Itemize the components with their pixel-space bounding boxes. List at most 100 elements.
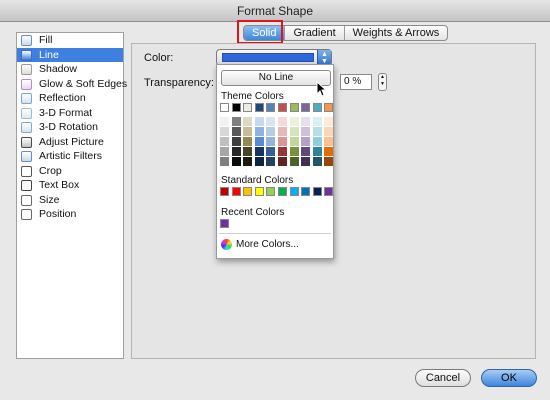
transparency-stepper[interactable]: ▲ ▼ [378, 73, 387, 91]
theme-shade-swatch[interactable] [254, 157, 264, 166]
theme-shade-swatch[interactable] [243, 117, 253, 126]
dropdown-arrow-icon[interactable]: ▲ ▼ [317, 50, 331, 65]
standard-color-swatch[interactable] [266, 187, 276, 196]
sidebar-item-3-d-rotation[interactable]: 3-D Rotation [17, 120, 123, 135]
sidebar-item-artistic-filters[interactable]: Artistic Filters [17, 149, 123, 164]
theme-shade-swatch[interactable] [266, 137, 276, 146]
theme-color-swatch[interactable] [220, 103, 229, 112]
theme-shade-swatch[interactable] [289, 147, 299, 156]
theme-shade-swatch[interactable] [266, 157, 276, 166]
divider [219, 233, 331, 234]
theme-shade-swatch[interactable] [289, 157, 299, 166]
sidebar-item-crop[interactable]: Crop [17, 164, 123, 179]
sidebar-item-line[interactable]: Line [17, 47, 123, 62]
sidebar-item-3-d-format[interactable]: 3-D Format [17, 106, 123, 121]
theme-shade-swatch[interactable] [220, 157, 229, 166]
theme-color-swatch[interactable] [312, 103, 322, 112]
recent-color-swatch[interactable] [220, 219, 229, 228]
theme-shade-swatch[interactable] [324, 147, 334, 156]
theme-shade-swatch[interactable] [324, 127, 334, 136]
theme-shade-swatch[interactable] [231, 147, 241, 156]
no-line-button[interactable]: No Line [221, 70, 331, 86]
theme-shade-swatch[interactable] [220, 117, 229, 126]
sidebar-item-size[interactable]: Size [17, 193, 123, 208]
standard-color-swatch[interactable] [324, 187, 334, 196]
theme-shade-swatch[interactable] [243, 137, 253, 146]
theme-color-swatch[interactable] [301, 103, 311, 112]
theme-shades-grid [220, 117, 334, 166]
theme-shade-swatch[interactable] [220, 127, 229, 136]
theme-shade-swatch[interactable] [301, 157, 311, 166]
theme-shade-swatch[interactable] [254, 147, 264, 156]
sidebar-item-reflection[interactable]: Reflection [17, 91, 123, 106]
theme-shade-swatch[interactable] [277, 117, 287, 126]
standard-color-swatch[interactable] [301, 187, 311, 196]
theme-shade-swatch[interactable] [301, 127, 311, 136]
sidebar-item-shadow[interactable]: Shadow [17, 62, 123, 77]
theme-color-swatch[interactable] [277, 103, 287, 112]
ok-button[interactable]: OK [481, 369, 537, 387]
theme-shade-swatch[interactable] [289, 127, 299, 136]
sidebar-item-position[interactable]: Position [17, 207, 123, 222]
standard-color-swatch[interactable] [243, 187, 253, 196]
theme-shade-swatch[interactable] [277, 147, 287, 156]
theme-shade-swatch[interactable] [312, 157, 322, 166]
theme-shade-swatch[interactable] [301, 117, 311, 126]
theme-shade-swatch[interactable] [220, 147, 229, 156]
theme-shade-swatch[interactable] [289, 117, 299, 126]
theme-shade-swatch[interactable] [254, 127, 264, 136]
theme-shade-swatch[interactable] [312, 117, 322, 126]
sidebar-item-fill[interactable]: Fill [17, 33, 123, 48]
theme-shade-swatch[interactable] [243, 147, 253, 156]
cancel-button[interactable]: Cancel [415, 369, 471, 387]
theme-shade-swatch[interactable] [289, 137, 299, 146]
theme-shade-swatch[interactable] [301, 137, 311, 146]
theme-color-swatch[interactable] [289, 103, 299, 112]
sidebar-item-glow-soft-edges[interactable]: Glow & Soft Edges [17, 77, 127, 92]
theme-color-swatch[interactable] [231, 103, 241, 112]
more-colors-item[interactable]: More Colors... [221, 239, 299, 250]
theme-shade-swatch[interactable] [277, 137, 287, 146]
transparency-label: Transparency: [144, 77, 214, 89]
theme-shade-swatch[interactable] [324, 117, 334, 126]
theme-shade-swatch[interactable] [324, 157, 334, 166]
theme-shade-swatch[interactable] [254, 117, 264, 126]
sidebar-item-label: Fill [39, 34, 53, 46]
theme-color-swatch[interactable] [266, 103, 276, 112]
theme-shade-swatch[interactable] [254, 137, 264, 146]
standard-color-swatch[interactable] [289, 187, 299, 196]
sidebar-item-text-box[interactable]: Text Box [17, 178, 123, 193]
transparency-input[interactable]: 0 % [340, 74, 372, 90]
theme-shade-swatch[interactable] [312, 127, 322, 136]
theme-shade-swatch[interactable] [231, 127, 241, 136]
sidebar-item-adjust-picture[interactable]: Adjust Picture [17, 135, 123, 150]
theme-shade-swatch[interactable] [266, 127, 276, 136]
theme-shade-swatch[interactable] [220, 137, 229, 146]
tab-gradient[interactable]: Gradient [285, 26, 345, 40]
theme-shade-swatch[interactable] [231, 137, 241, 146]
theme-color-swatch[interactable] [324, 103, 334, 112]
theme-shade-swatch[interactable] [231, 117, 241, 126]
standard-color-swatch[interactable] [231, 187, 241, 196]
theme-shade-swatch[interactable] [324, 137, 334, 146]
theme-shade-swatch[interactable] [301, 147, 311, 156]
theme-shade-swatch[interactable] [266, 147, 276, 156]
text-box-icon [21, 180, 32, 191]
standard-color-swatch[interactable] [277, 187, 287, 196]
theme-color-swatch[interactable] [243, 103, 253, 112]
theme-shade-swatch[interactable] [243, 157, 253, 166]
theme-shade-swatch[interactable] [277, 157, 287, 166]
theme-shade-swatch[interactable] [266, 117, 276, 126]
theme-color-swatch[interactable] [254, 103, 264, 112]
theme-shade-swatch[interactable] [231, 157, 241, 166]
theme-shade-swatch[interactable] [312, 147, 322, 156]
3d-format-icon [21, 107, 32, 119]
theme-shade-swatch[interactable] [243, 127, 253, 136]
color-wheel-icon [221, 239, 232, 250]
standard-color-swatch[interactable] [254, 187, 264, 196]
standard-color-swatch[interactable] [312, 187, 322, 196]
standard-color-swatch[interactable] [220, 187, 229, 196]
theme-shade-swatch[interactable] [312, 137, 322, 146]
theme-shade-swatch[interactable] [277, 127, 287, 136]
tab-weights-arrows[interactable]: Weights & Arrows [345, 26, 448, 40]
